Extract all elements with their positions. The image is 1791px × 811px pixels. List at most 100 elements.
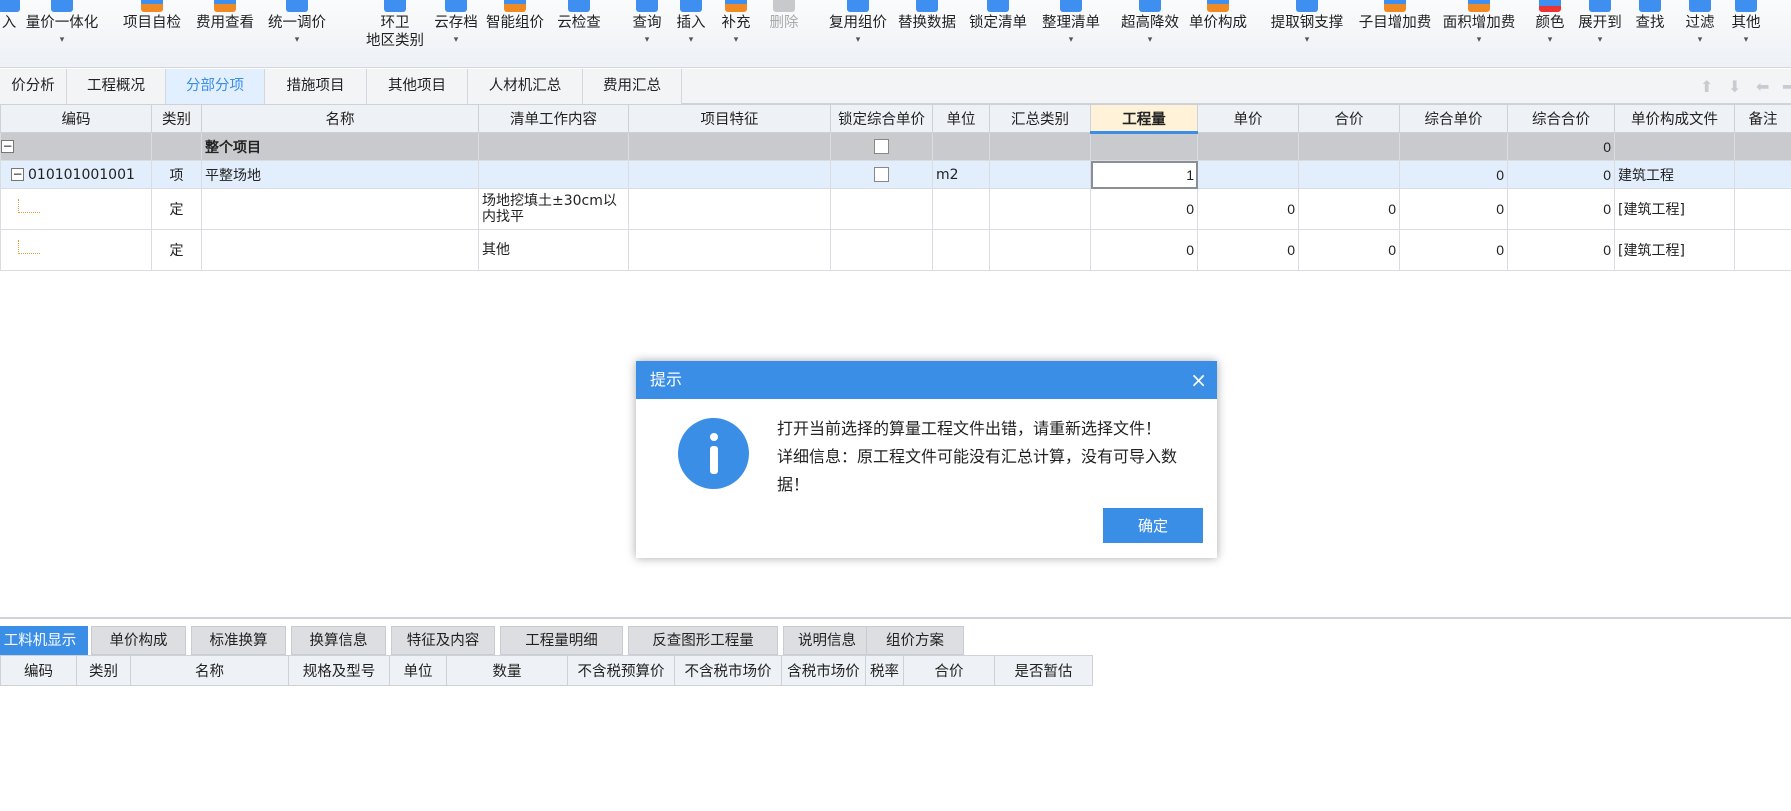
toolbar-button-26[interactable]: 其他 ▾ [1728,0,1764,45]
toolbar-button-24[interactable]: 查找 [1632,0,1668,32]
toolbar-button-12[interactable]: 删除 [766,0,802,32]
cell-name[interactable] [201,188,479,230]
column-header[interactable]: 单位 [932,104,990,133]
toolbar-button-8[interactable]: 云检查 [556,0,602,32]
cell-remark[interactable] [1734,132,1791,161]
resource-column-header[interactable]: 编码 [0,655,77,686]
chevron-down-icon[interactable]: ▾ [1117,35,1183,45]
column-header[interactable]: 综合单价 [1399,104,1508,133]
cell-price[interactable] [1197,132,1299,161]
arrow-left-icon[interactable]: ⬅ [1756,77,1769,96]
cell-total[interactable]: 0 [1298,188,1400,230]
cell-summary[interactable] [989,188,1091,230]
toolbar-button-22[interactable]: 颜色 ▾ [1534,0,1566,45]
cell-code[interactable]: −010101001001 [0,160,152,189]
chevron-down-icon[interactable]: ▾ [1036,35,1106,45]
resource-column-header[interactable]: 不含税预算价 [567,655,675,686]
toolbar-button-10[interactable]: 插入 ▾ [673,0,709,45]
chevron-down-icon[interactable]: ▾ [22,35,102,45]
cell-type[interactable]: 定 [151,229,202,271]
toolbar-button-7[interactable]: 智能组价 [483,0,547,32]
toolbar-button-6[interactable]: 云存档 ▾ [433,0,479,45]
cell-file[interactable]: 建筑工程 [1614,160,1735,189]
cell-name[interactable]: 整个项目 [201,132,479,161]
resource-column-header[interactable]: 类别 [76,655,131,686]
toolbar-button-3[interactable]: 费用查看 [193,0,257,32]
cell-qty[interactable]: 0 [1090,188,1198,230]
resource-column-header[interactable]: 名称 [130,655,289,686]
bottom-tab-7[interactable]: 说明信息 [783,626,871,655]
column-header[interactable]: 编码 [0,104,152,133]
resource-column-header[interactable]: 是否暂估 [994,655,1093,686]
chevron-down-icon[interactable]: ▾ [1728,35,1764,45]
cell-code[interactable]: − [0,132,152,161]
column-header[interactable]: 工程量 [1090,104,1198,134]
chevron-down-icon[interactable]: ▾ [1440,35,1518,45]
cell-utotal[interactable]: 0 [1507,132,1615,161]
cell-feature[interactable] [628,132,831,161]
cell-content[interactable] [478,132,629,161]
ok-button[interactable]: 确定 [1103,508,1203,543]
cell-price[interactable] [1197,160,1299,189]
cell-utotal[interactable]: 0 [1507,229,1615,271]
bottom-tab-0[interactable]: 工料机显示 [0,626,88,655]
bottom-tab-2[interactable]: 标准换算 [191,626,286,655]
resource-column-header[interactable]: 含税市场价 [781,655,866,686]
cell-code[interactable] [0,188,152,230]
resource-column-header[interactable]: 税率 [865,655,904,686]
bottom-tab-6[interactable]: 反查图形工程量 [628,626,778,655]
cell-content[interactable]: 其他 [478,229,629,271]
cell-name[interactable]: 平整场地 [201,160,479,189]
cell-qty[interactable] [1090,132,1198,161]
cell-uprice[interactable] [1399,132,1508,161]
cell-unit[interactable] [932,229,990,271]
cell-feature[interactable] [628,160,831,189]
toolbar-button-2[interactable]: 项目自检 [121,0,183,32]
toolbar-button-15[interactable]: 锁定清单 [966,0,1030,32]
arrow-right-icon[interactable]: ➡ [1782,77,1791,96]
table-row[interactable]: − 整个项目 0 [0,132,1791,161]
tab-4[interactable]: 其他项目 [367,69,468,104]
tab-1[interactable]: 工程概况 [67,69,166,104]
column-header[interactable]: 项目特征 [628,104,831,133]
cell-remark[interactable] [1734,188,1791,230]
chevron-down-icon[interactable]: ▾ [629,35,665,45]
toolbar-button-18[interactable]: 单价构成 [1186,0,1250,32]
chevron-down-icon[interactable]: ▾ [1682,35,1718,45]
resource-column-header[interactable]: 单位 [389,655,447,686]
column-header[interactable]: 汇总类别 [989,104,1091,133]
tab-3[interactable]: 措施项目 [265,69,367,104]
cell-lock[interactable] [830,132,933,161]
toolbar-button-20[interactable]: 子目增加费 [1355,0,1435,32]
cell-qty[interactable]: 1 [1090,160,1198,189]
cell-utotal[interactable]: 0 [1507,160,1615,189]
toolbar-button-0[interactable]: 入 [0,0,24,32]
resource-column-header[interactable]: 规格及型号 [288,655,390,686]
cell-utotal[interactable]: 0 [1507,188,1615,230]
toolbar-button-1[interactable]: 量价一体化 ▾ [22,0,102,45]
table-row[interactable]: 定其他 0 0 0 0 0 [建筑工程] [0,229,1791,271]
chevron-down-icon[interactable]: ▾ [1268,35,1346,45]
column-header[interactable]: 名称 [201,104,479,133]
close-icon[interactable]: × [1190,361,1207,399]
cell-lock[interactable] [830,229,933,271]
toolbar-button-4[interactable]: 统一调价 ▾ [262,0,332,45]
cell-unit[interactable] [932,132,990,161]
table-row[interactable]: −010101001001 项平整场地 m2 1 0 0 建筑工程 [0,160,1791,189]
column-header[interactable]: 合价 [1298,104,1400,133]
toolbar-button-5[interactable]: 环卫 地区类别 [345,0,445,50]
tab-6[interactable]: 费用汇总 [583,69,682,104]
cell-summary[interactable] [989,132,1091,161]
cell-total[interactable] [1298,132,1400,161]
tab-0[interactable]: 价分析 [0,69,67,104]
cell-total[interactable]: 0 [1298,229,1400,271]
bottom-tab-1[interactable]: 单价构成 [91,626,186,655]
bottom-tab-5[interactable]: 工程量明细 [500,626,623,655]
chevron-down-icon[interactable]: ▾ [827,35,889,45]
column-header[interactable]: 清单工作内容 [478,104,629,133]
collapse-icon[interactable]: − [1,140,14,153]
bottom-tab-4[interactable]: 特征及内容 [391,626,495,655]
column-header[interactable]: 单价构成文件 [1614,104,1735,133]
lock-checkbox[interactable] [874,167,889,182]
cell-type[interactable]: 项 [151,160,202,189]
